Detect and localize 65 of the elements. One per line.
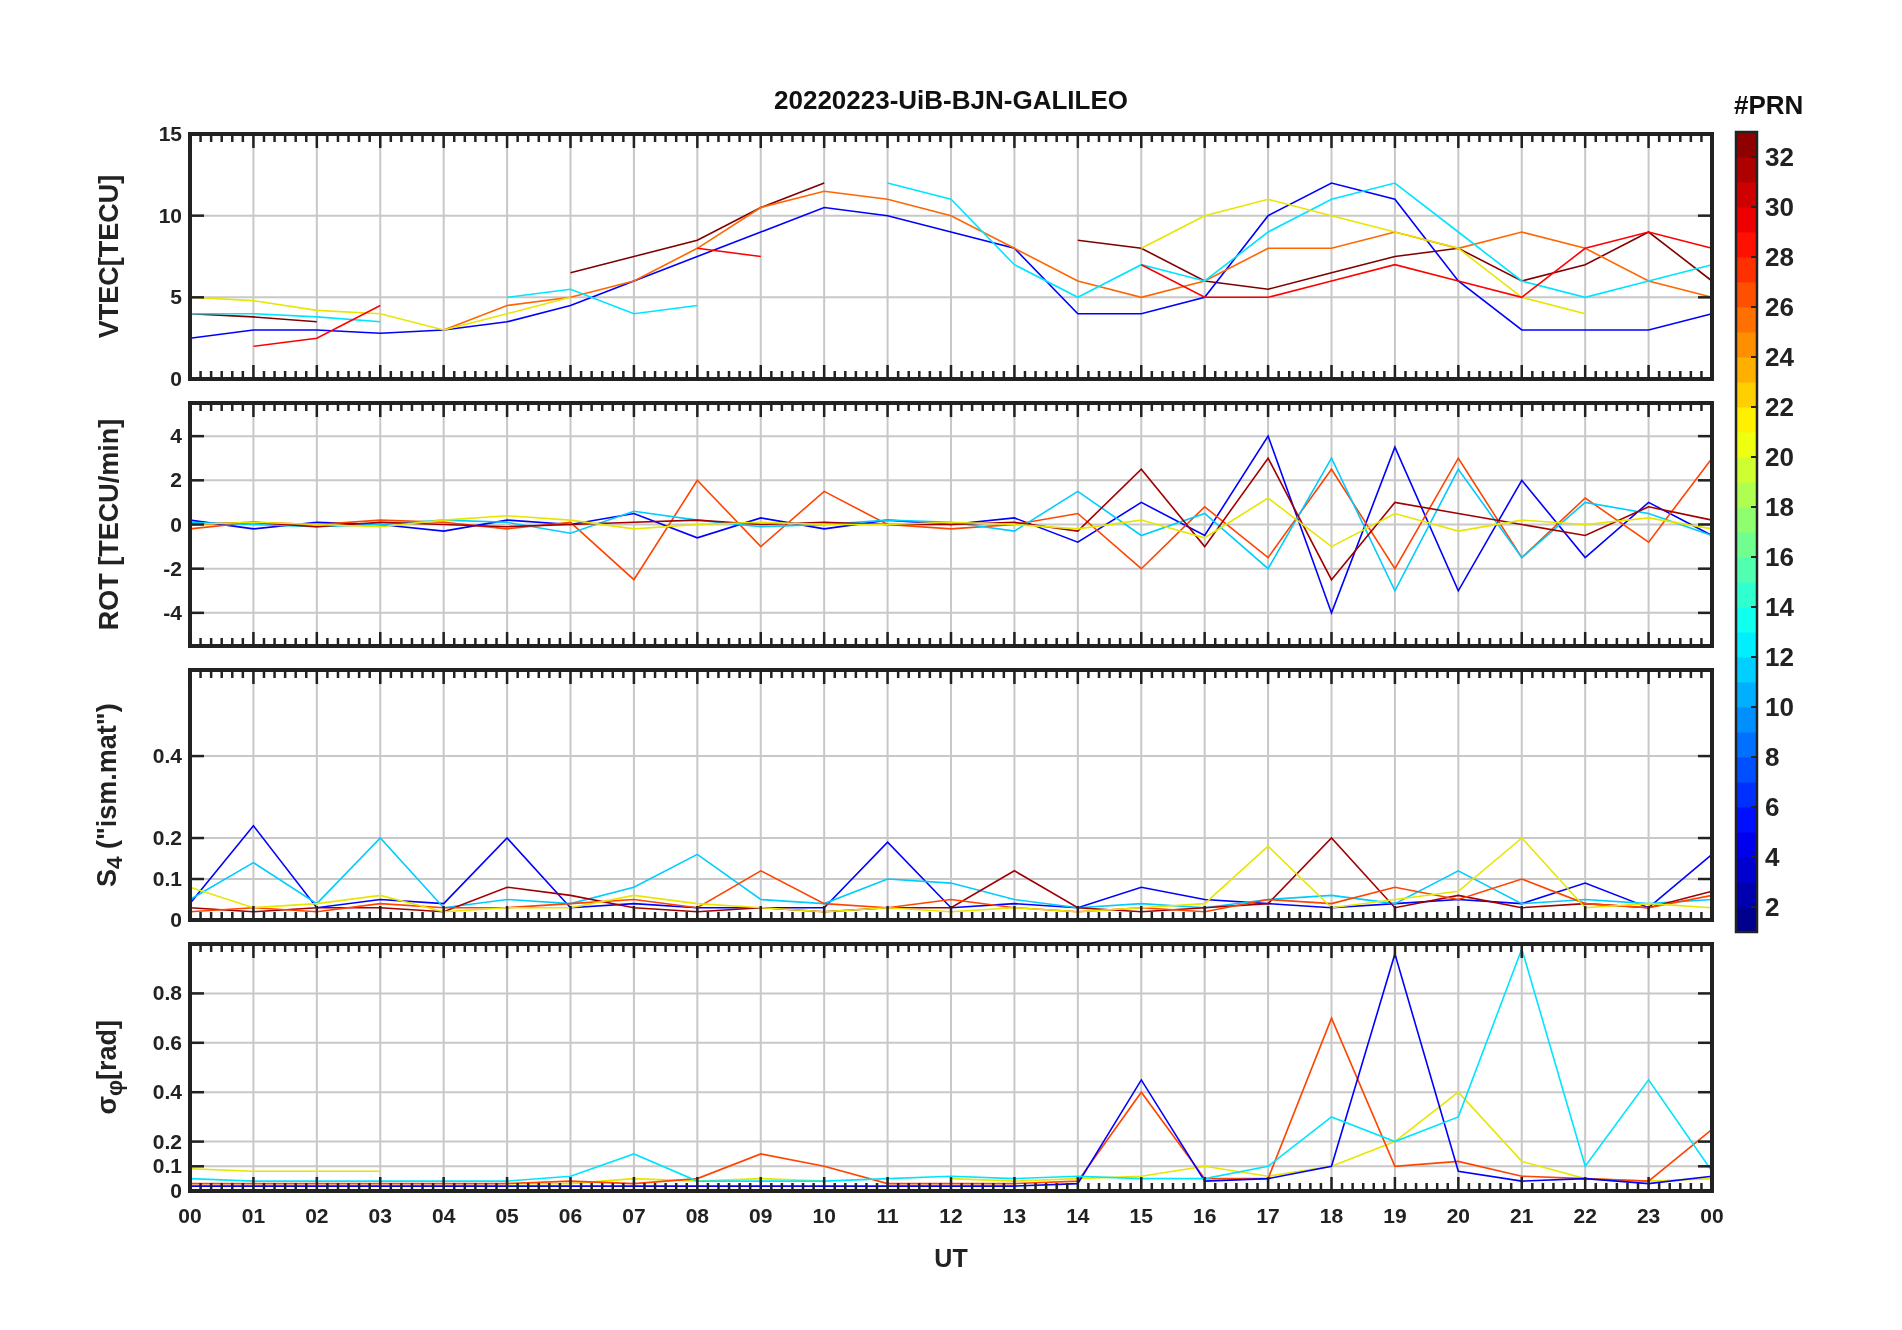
- tick-label: 08: [685, 1204, 709, 1227]
- tick-label: 19: [1383, 1204, 1407, 1227]
- tick-label: 20: [1446, 1204, 1470, 1227]
- tick-label: 15: [158, 124, 182, 145]
- tick-label: 0.6: [152, 1030, 182, 1054]
- tick-label: 02: [305, 1204, 329, 1227]
- tick-label: 0: [170, 367, 182, 389]
- axis-title: ROT [TECU/min]: [94, 418, 126, 631]
- tick-label: 0.4: [152, 1080, 182, 1104]
- tick-label: 16: [1765, 542, 1794, 572]
- tick-label: 26: [1765, 292, 1794, 322]
- tick-label: 22: [1765, 392, 1794, 422]
- tick-label: 10: [1765, 692, 1794, 722]
- tick-label: 4: [1765, 842, 1780, 872]
- tick-label: 17: [1256, 1204, 1280, 1227]
- tick-label: 22: [1573, 1204, 1597, 1227]
- tick-label: 2: [1765, 892, 1780, 922]
- tick-label: 6: [1765, 792, 1780, 822]
- tick-label: 00: [178, 1204, 202, 1227]
- tick-label: 18: [1765, 492, 1794, 522]
- figure-title: 20220223-UiB-BJN-GALILEO: [773, 84, 1129, 117]
- tick-label: 0.1: [152, 867, 182, 890]
- axis-title: VTEC[TECU]: [94, 174, 126, 339]
- tick-label: 07: [622, 1204, 646, 1227]
- tick-label: 12: [939, 1204, 963, 1227]
- tick-label: 0.8: [152, 981, 182, 1005]
- tick-label: 14: [1066, 1204, 1090, 1227]
- tick-label: 0: [170, 1179, 182, 1202]
- tick-label: 09: [749, 1204, 773, 1227]
- tick-label: 00: [1700, 1204, 1724, 1227]
- tick-label: 03: [368, 1204, 392, 1227]
- tick-label: 05: [495, 1204, 519, 1227]
- colorbar-title: #PRN: [1734, 90, 1805, 122]
- tick-label: -4: [163, 600, 182, 624]
- tick-label: 21: [1510, 1204, 1534, 1227]
- tick-label: 0.4: [152, 744, 182, 768]
- tick-label: 10: [158, 203, 182, 227]
- tick-label: 23: [1636, 1204, 1661, 1227]
- tick-label: 10: [812, 1204, 836, 1227]
- tick-label: 15: [1129, 1204, 1153, 1227]
- tick-label: 0: [170, 512, 182, 536]
- tick-label: 12: [1765, 642, 1794, 672]
- tick-label: 16: [1193, 1204, 1217, 1227]
- tick-label: 0.1: [152, 1154, 182, 1178]
- tick-label: 30: [1765, 192, 1794, 222]
- tick-label: 20: [1765, 442, 1794, 472]
- axis-title: UT: [934, 1244, 968, 1272]
- tick-label: 28: [1765, 242, 1794, 272]
- tick-label: 18: [1319, 1204, 1344, 1227]
- tick-label: 13: [1002, 1204, 1027, 1227]
- tick-label: 06: [558, 1204, 583, 1227]
- tick-label: 5: [170, 285, 182, 309]
- tick-label: 04: [432, 1204, 456, 1227]
- tick-label: 0: [170, 908, 182, 930]
- tick-label: 01: [241, 1204, 266, 1227]
- tick-label: -2: [163, 556, 182, 580]
- tick-label: 0.2: [152, 1129, 182, 1153]
- tick-label: 14: [1765, 592, 1794, 622]
- tick-label: 0.2: [152, 826, 182, 850]
- tick-label: 32: [1765, 142, 1794, 172]
- tick-label: 8: [1765, 742, 1780, 772]
- tick-label: 4: [170, 424, 182, 448]
- tick-label: 2: [170, 468, 182, 492]
- tick-label: 11: [876, 1204, 899, 1227]
- tick-label: 24: [1765, 342, 1794, 372]
